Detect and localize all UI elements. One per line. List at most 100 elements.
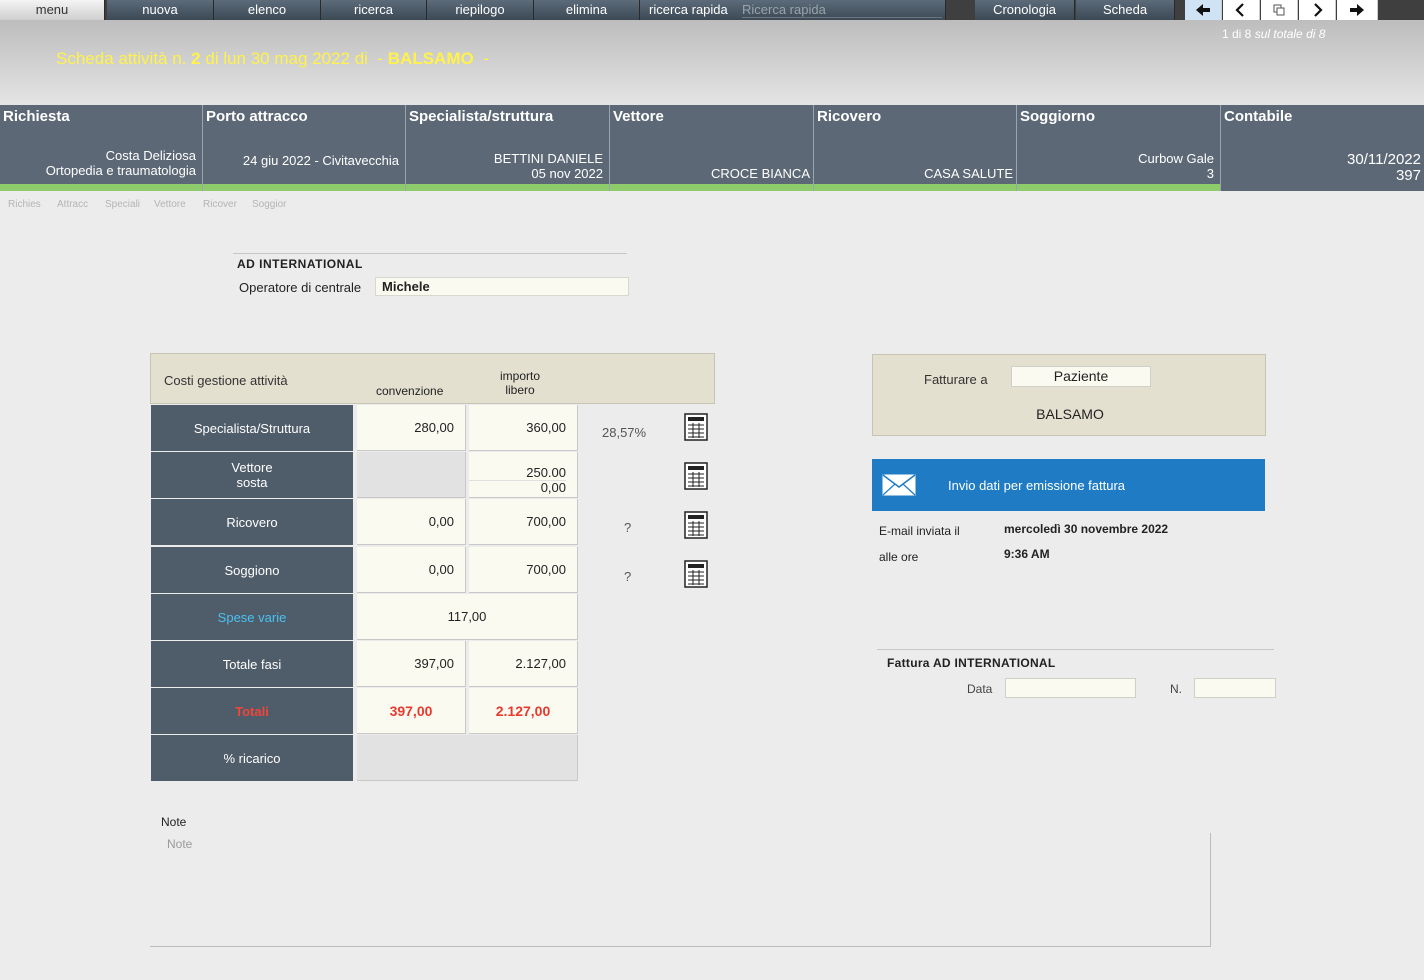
elenco-button[interactable]: elenco [214, 0, 321, 20]
phase-title: Soggiorno [1020, 108, 1095, 125]
n-label: N. [1170, 682, 1182, 696]
title-dash: - [483, 49, 489, 68]
row-label-totali: Totali [151, 688, 353, 734]
soggiorno-libero-field[interactable]: 700,00 [469, 547, 578, 593]
calculator-icon[interactable] [684, 560, 708, 588]
phase-title: Ricovero [817, 108, 882, 125]
phase-strip: Richiesta Costa Deliziosa Ortopedia e tr… [0, 105, 1424, 191]
phase-line: BETTINI DANIELE [493, 151, 603, 166]
specialista-percent: 28,57% [602, 425, 647, 440]
tab-soggiorno[interactable]: Soggior [252, 199, 286, 210]
duplicate-icon[interactable] [1261, 0, 1298, 20]
calculator-icon[interactable] [684, 413, 708, 441]
calculator-icon[interactable] [684, 462, 708, 490]
fatturare-name: BALSAMO [1036, 406, 1104, 422]
data-field[interactable] [1005, 678, 1136, 698]
phase-ricovero[interactable]: Ricovero CASA SALUTE [814, 105, 1017, 191]
ricerca-rapida-label: ricerca rapida [649, 2, 728, 17]
specialista-conv-field[interactable]: 280,00 [357, 405, 466, 451]
phase-line: 397 [1395, 167, 1421, 184]
costs-header: Costi gestione attività convenzione impo… [150, 353, 715, 404]
phase-title: Vettore [613, 108, 664, 125]
page-title: Scheda attività n. 2 di lun 30 mag 2022 … [56, 49, 489, 69]
phase-richiesta[interactable]: Richiesta Costa Deliziosa Ortopedia e tr… [0, 105, 203, 191]
title-middle: di lun 30 mag 2022 di [205, 49, 368, 68]
col-importo-libero: importo libero [500, 369, 540, 397]
totale-fasi-libero: 2.127,00 [469, 641, 578, 687]
fatturare-select[interactable]: Paziente [1011, 366, 1151, 387]
row-label-spese-varie[interactable]: Spese varie [151, 594, 353, 640]
record-total: sul totale di 8 [1254, 27, 1326, 41]
fattura-ad-title: Fattura AD INTERNATIONAL [887, 656, 1056, 670]
phase-line: Ortopedia e traumatologia [45, 163, 196, 178]
elimina-button[interactable]: elimina [534, 0, 640, 20]
tab-attracco[interactable]: Attracc [57, 199, 88, 210]
divider [233, 253, 627, 254]
ricerca-button[interactable]: ricerca [321, 0, 427, 20]
phase-line: 3 [1206, 166, 1214, 181]
phase-progress-bar [406, 184, 609, 191]
row-label-vettore: Vettore sosta [151, 452, 353, 498]
calculator-icon[interactable] [684, 511, 708, 539]
col-convenzione: convenzione [376, 384, 444, 398]
ore-label: alle ore [879, 550, 919, 564]
phase-contabile[interactable]: Contabile 30/11/2022 397 [1221, 105, 1424, 191]
spese-varie-field[interactable]: 117,00 [357, 594, 578, 640]
ricerca-rapida-input[interactable]: Ricerca rapida [742, 2, 942, 18]
nuova-button[interactable]: nuova [107, 0, 214, 20]
arrow-right-bold-icon[interactable] [1337, 0, 1378, 20]
note-textarea[interactable]: Note [150, 833, 1211, 947]
costs-title: Costi gestione attività [164, 373, 288, 388]
soggiorno-conv-field[interactable]: 0,00 [357, 547, 466, 593]
row-label-specialista: Specialista/Struttura [151, 405, 353, 451]
tab-specialista[interactable]: Speciali [105, 199, 140, 210]
chevron-right-icon[interactable] [1299, 0, 1336, 20]
scheda-button[interactable]: Scheda [1076, 0, 1175, 20]
ad-international-title: AD INTERNATIONAL [237, 257, 363, 271]
n-field[interactable] [1194, 678, 1276, 698]
phase-line: Costa Deliziosa [105, 148, 196, 163]
phase-line: CROCE BIANCA [711, 166, 810, 181]
invio-label: Invio dati per emissione fattura [948, 477, 1126, 493]
totali-libero: 2.127,00 [469, 688, 578, 734]
menu-button[interactable]: menu [0, 0, 105, 20]
email-date: mercoledì 30 novembre 2022 [1004, 522, 1169, 536]
phase-soggiorno[interactable]: Soggiorno Curbow Gale 3 [1017, 105, 1221, 191]
phase-line: 30/11/2022 [1347, 151, 1421, 168]
operatore-field[interactable]: Michele [375, 277, 629, 296]
invio-dati-button[interactable]: Invio dati per emissione fattura [872, 459, 1265, 511]
soggiorno-percent: ? [624, 569, 632, 584]
toolbar: menu nuova elenco ricerca riepilogo elim… [0, 0, 1424, 105]
ricovero-libero-field[interactable]: 700,00 [469, 499, 578, 545]
ore-value: 9:36 AM [1004, 547, 1050, 561]
title-number: 2 [191, 49, 201, 68]
col-importo: importo [500, 369, 541, 383]
chevron-left-icon[interactable] [1223, 0, 1260, 20]
arrow-left-bold-icon[interactable] [1185, 0, 1222, 20]
phase-specialista[interactable]: Specialista/struttura BETTINI DANIELE 05… [406, 105, 610, 191]
phase-progress-bar [610, 184, 813, 191]
phase-title: Specialista/struttura [409, 108, 554, 125]
riepilogo-button[interactable]: riepilogo [427, 0, 534, 20]
note-placeholder: Note [167, 837, 193, 851]
specialista-libero-field[interactable]: 360,00 [469, 405, 578, 451]
tab-richiesta[interactable]: Richies [8, 199, 41, 210]
tab-ricovero[interactable]: Ricover [203, 199, 237, 210]
phase-title: Contabile [1224, 108, 1293, 125]
title-name: BALSAMO [387, 49, 474, 68]
totale-fasi-conv: 397,00 [357, 641, 466, 687]
fatturare-box: Fatturare a Paziente BALSAMO [872, 354, 1266, 436]
phase-title: Richiesta [3, 108, 70, 125]
row-label-soggiorno: Soggiono [151, 547, 353, 593]
fatturare-label: Fatturare a [924, 372, 988, 387]
phase-progress-bar [814, 184, 1016, 191]
ricovero-conv-field[interactable]: 0,00 [357, 499, 466, 545]
phase-progress-bar [0, 184, 202, 191]
tab-vettore[interactable]: Vettore [154, 199, 186, 210]
phase-vettore[interactable]: Vettore CROCE BIANCA [610, 105, 814, 191]
phase-porto-attracco[interactable]: Porto attracco 24 giu 2022 - Civitavecch… [203, 105, 406, 191]
vettore-libero-field[interactable]: 250.00 0,00 [469, 452, 578, 498]
note-label: Note [161, 815, 187, 829]
operatore-label: Operatore di centrale [239, 280, 362, 295]
cronologia-button[interactable]: Cronologia [975, 0, 1075, 20]
